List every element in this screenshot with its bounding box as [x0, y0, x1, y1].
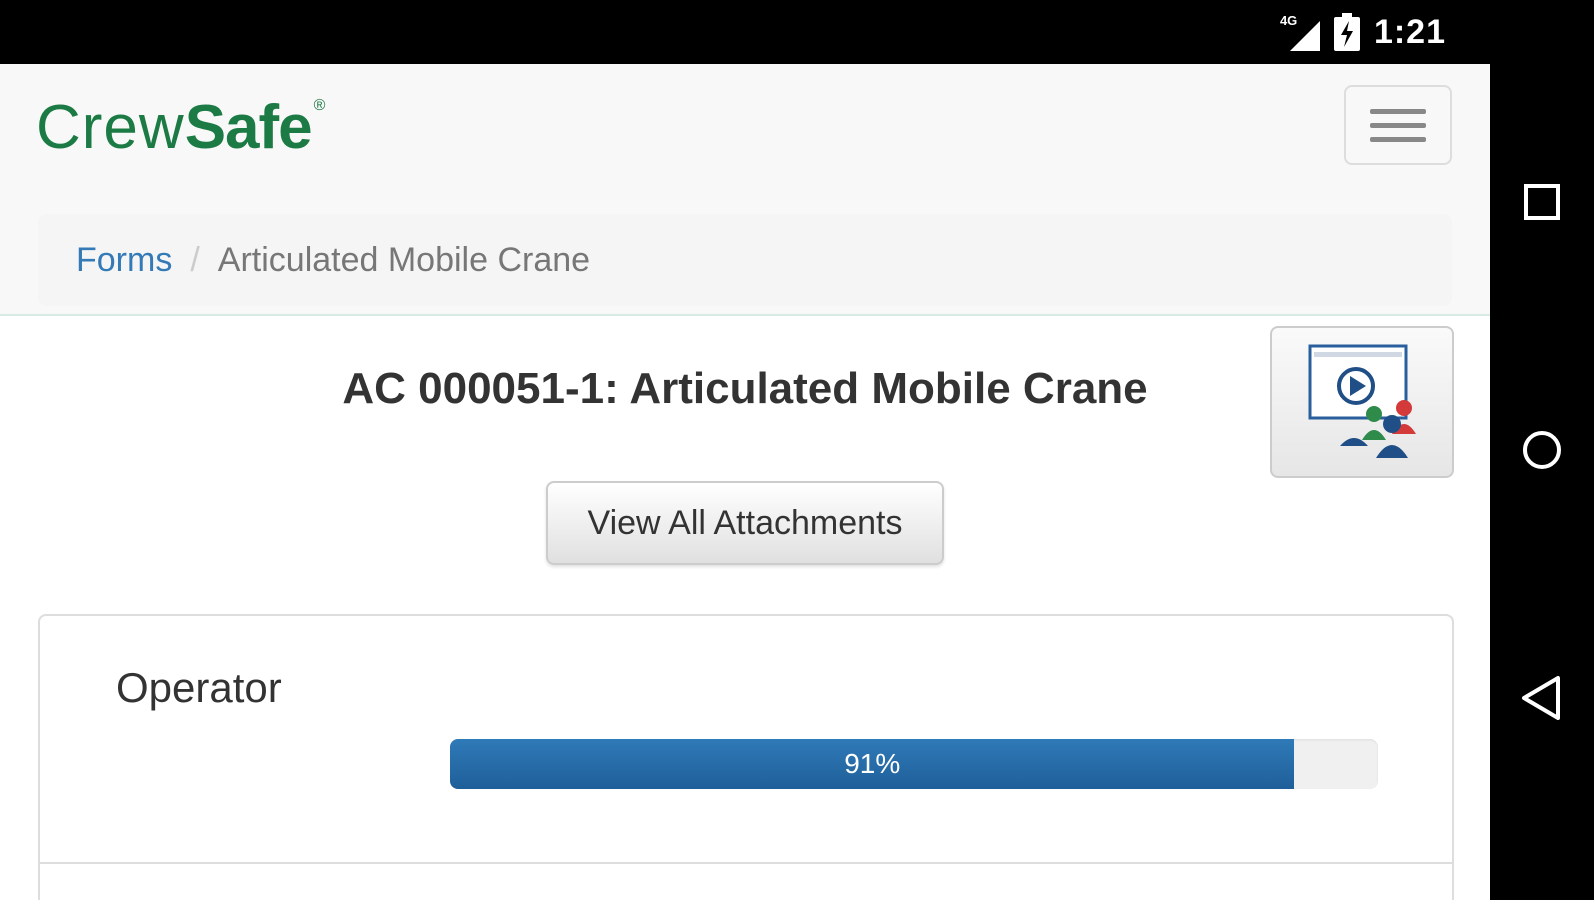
- panel-divider: [40, 862, 1452, 864]
- hamburger-menu-icon: [1370, 108, 1426, 114]
- top-navbar: Crew Safe ® Forms / Articulated Mobile C…: [0, 64, 1490, 316]
- back-button[interactable]: [1518, 674, 1566, 722]
- triangle-back-icon: [1522, 676, 1560, 720]
- view-all-attachments-button[interactable]: View All Attachments: [546, 481, 944, 565]
- operator-progress-bar[interactable]: 91%: [450, 739, 1378, 789]
- status-icons: 4G 1:21: [1280, 12, 1446, 52]
- brand-logo[interactable]: Crew Safe ®: [36, 92, 325, 162]
- section-label-operator: Operator: [116, 664, 282, 711]
- circle-icon: [1523, 431, 1561, 469]
- form-section-panel: Operator 91%: [38, 614, 1454, 900]
- progress-fill: 91%: [450, 739, 1295, 789]
- battery-charging-icon: [1333, 13, 1360, 51]
- recent-apps-button[interactable]: [1518, 178, 1566, 226]
- status-time: 1:21: [1373, 12, 1446, 51]
- breadcrumb-current: Articulated Mobile Crane: [217, 240, 591, 279]
- brand-crew-text: Crew: [36, 93, 185, 162]
- android-nav-bar: [1490, 0, 1594, 900]
- square-icon: [1524, 184, 1560, 220]
- breadcrumb-separator: /: [190, 240, 200, 279]
- brand-safe-text: Safe: [184, 93, 313, 162]
- home-button[interactable]: [1518, 426, 1566, 474]
- hamburger-menu-icon-bar: [1370, 122, 1426, 128]
- registered-mark: ®: [313, 97, 326, 114]
- progress-percentage-label: 91%: [844, 748, 901, 779]
- hamburger-menu-icon-bar: [1370, 136, 1426, 142]
- status-bar: 4G 1:21: [0, 0, 1594, 64]
- signal-icon: 4G: [1280, 13, 1320, 51]
- hamburger-menu-button[interactable]: [1344, 85, 1452, 165]
- form-title: AC 000051-1: Articulated Mobile Crane: [342, 364, 1148, 413]
- app-content: Crew Safe ® Forms / Articulated Mobile C…: [0, 64, 1490, 900]
- breadcrumb-forms-link[interactable]: Forms: [76, 241, 172, 280]
- breadcrumb: Forms / Articulated Mobile Crane: [38, 214, 1452, 306]
